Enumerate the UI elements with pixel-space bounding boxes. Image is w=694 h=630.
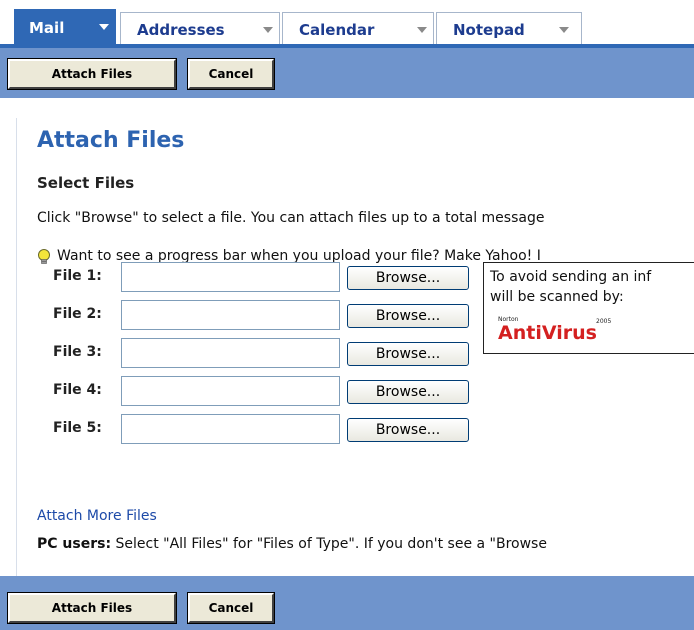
scan-notice-line-1: To avoid sending an inf: [490, 269, 652, 285]
cancel-button[interactable]: Cancel: [187, 58, 275, 90]
file-1-browse-button[interactable]: Browse...: [347, 266, 469, 290]
attach-files-button-bottom[interactable]: Attach Files: [7, 592, 177, 624]
tab-addresses[interactable]: Addresses: [120, 12, 280, 46]
norton-year: 2005: [596, 318, 611, 325]
file-2-label: File 2:: [53, 306, 102, 322]
attach-files-button[interactable]: Attach Files: [7, 58, 177, 90]
chevron-down-icon[interactable]: [263, 27, 273, 33]
tab-mail[interactable]: Mail: [14, 9, 116, 46]
page-title: Attach Files: [37, 128, 185, 153]
tab-addresses-label: Addresses: [137, 20, 225, 39]
lightbulb-icon: [38, 249, 50, 264]
attach-panel: Attach Files Select Files Click "Browse"…: [16, 118, 694, 576]
section-title: Select Files: [37, 174, 135, 192]
pc-users-text: Select "All Files" for "Files of Type". …: [111, 536, 547, 552]
pc-users-label: PC users:: [37, 536, 112, 552]
file-3-input[interactable]: [121, 338, 340, 368]
file-4-browse-button[interactable]: Browse...: [347, 380, 469, 404]
instructions-text: Click "Browse" to select a file. You can…: [37, 210, 545, 226]
bottom-toolbar: Attach Files Cancel: [0, 576, 694, 630]
top-toolbar: Attach Files Cancel: [0, 44, 694, 98]
file-3-label: File 3:: [53, 344, 102, 360]
norton-antivirus-logo: Norton 2005 AntiVirus: [498, 316, 611, 343]
file-5-label: File 5:: [53, 420, 102, 436]
file-2-browse-button[interactable]: Browse...: [347, 304, 469, 328]
virus-scan-notice: To avoid sending an inf will be scanned …: [483, 262, 694, 354]
file-1-input[interactable]: [121, 262, 340, 292]
file-5-input[interactable]: [121, 414, 340, 444]
tab-calendar[interactable]: Calendar: [282, 12, 434, 46]
file-3-browse-button[interactable]: Browse...: [347, 342, 469, 366]
scan-notice-line-2: will be scanned by:: [490, 289, 624, 305]
chevron-down-icon[interactable]: [99, 24, 109, 30]
pc-users-note: PC users: Select "All Files" for "Files …: [37, 536, 547, 552]
file-1-label: File 1:: [53, 268, 102, 284]
tab-bar: Mail Addresses Calendar Notepad: [0, 0, 694, 46]
attach-more-files-link[interactable]: Attach More Files: [37, 508, 157, 524]
antivirus-label: AntiVirus: [498, 322, 597, 343]
file-4-input[interactable]: [121, 376, 340, 406]
cancel-button-bottom[interactable]: Cancel: [187, 592, 275, 624]
file-5-browse-button[interactable]: Browse...: [347, 418, 469, 442]
file-2-input[interactable]: [121, 300, 340, 330]
chevron-down-icon[interactable]: [417, 27, 427, 33]
tab-calendar-label: Calendar: [299, 20, 375, 39]
tab-notepad-label: Notepad: [453, 20, 525, 39]
file-4-label: File 4:: [53, 382, 102, 398]
tab-mail-label: Mail: [29, 19, 65, 37]
tab-notepad[interactable]: Notepad: [436, 12, 582, 46]
chevron-down-icon[interactable]: [559, 27, 569, 33]
